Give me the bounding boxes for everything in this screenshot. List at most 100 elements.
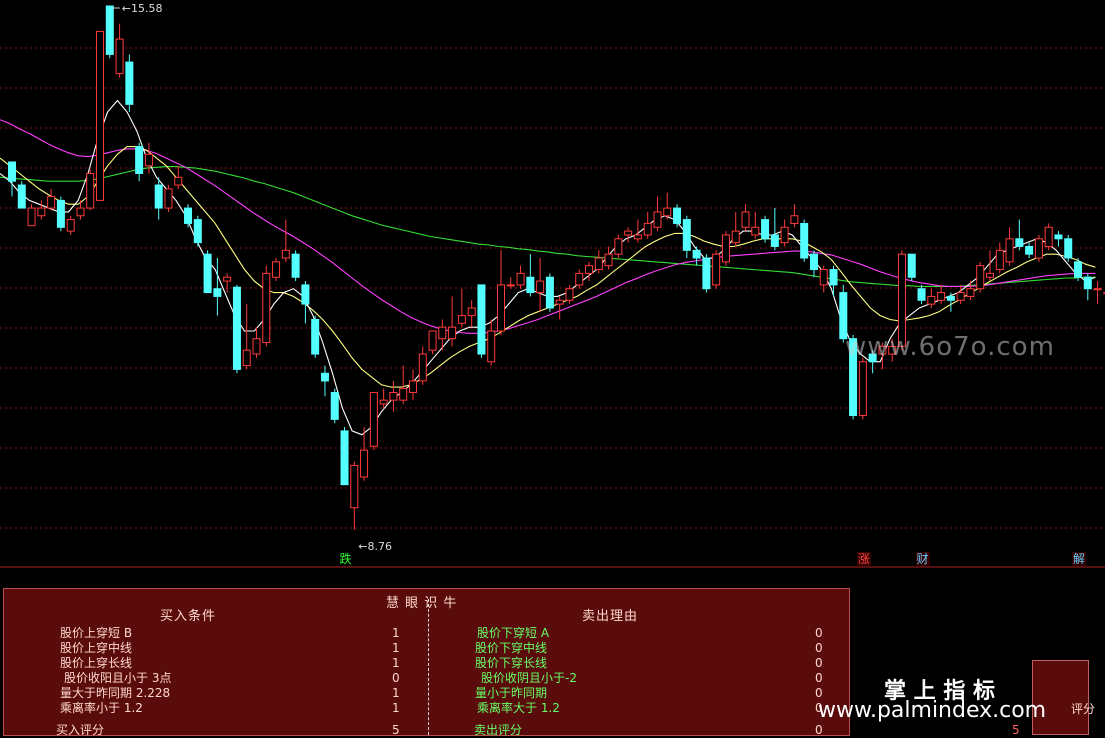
candle-up bbox=[262, 265, 271, 347]
sell-row-value: 0 bbox=[815, 626, 823, 640]
candle-body bbox=[418, 353, 427, 382]
buy-row-value: 1 bbox=[392, 656, 400, 670]
candle-body bbox=[1034, 238, 1043, 259]
candle-body bbox=[47, 196, 56, 209]
candle-down bbox=[673, 204, 682, 228]
candle-body bbox=[575, 272, 584, 286]
candle-body bbox=[497, 284, 505, 332]
high-price-label: ←15.58 bbox=[122, 2, 163, 15]
candle-up bbox=[1044, 223, 1053, 251]
candle-down bbox=[702, 254, 711, 293]
candle-down bbox=[17, 181, 26, 209]
candle-body bbox=[643, 222, 652, 236]
sell-score-value: 0 bbox=[815, 723, 823, 737]
candle-up bbox=[1034, 234, 1043, 262]
sell-score-label: 卖出评分 bbox=[474, 723, 523, 737]
candle-body bbox=[291, 253, 300, 278]
candle-body bbox=[956, 292, 965, 301]
candle-body bbox=[702, 257, 711, 290]
candle-body bbox=[1005, 238, 1014, 263]
candle-body bbox=[360, 449, 369, 478]
candle-body bbox=[1025, 245, 1034, 255]
candle-body bbox=[8, 161, 16, 182]
candle-up bbox=[428, 330, 437, 355]
candle-body bbox=[986, 272, 994, 278]
candle-body bbox=[995, 249, 1004, 271]
watermark-url: www.palmindex.com bbox=[818, 698, 1047, 723]
buy-row-label: 股价上穿长线 bbox=[60, 656, 133, 670]
candle-body bbox=[829, 269, 838, 286]
candle-body bbox=[770, 234, 779, 247]
candle-body bbox=[712, 253, 721, 286]
buy-row-value: 1 bbox=[392, 686, 400, 700]
sell-row-label: 量小于昨同期 bbox=[475, 686, 548, 700]
candle-body bbox=[1093, 288, 1102, 291]
candle-body bbox=[389, 391, 398, 401]
panel-title: 慧 眼 识 牛 bbox=[386, 596, 458, 611]
sell-row-value: 0 bbox=[815, 656, 823, 670]
candle-body bbox=[428, 330, 437, 351]
candle-down bbox=[232, 284, 241, 374]
candle-body bbox=[790, 215, 799, 224]
candle-body bbox=[741, 211, 750, 228]
candle-body bbox=[125, 61, 134, 105]
sell-row-label: 股价下穿中线 bbox=[475, 641, 548, 655]
candle-body bbox=[66, 219, 75, 232]
signal-marker: 涨 bbox=[856, 552, 871, 566]
candle-body bbox=[174, 176, 183, 186]
candle-up bbox=[86, 169, 95, 211]
signal-marker: 跌 bbox=[339, 552, 352, 566]
candle-down bbox=[340, 427, 349, 486]
candle-up bbox=[272, 258, 281, 282]
buy-row-label: 股价上穿短 B bbox=[60, 626, 133, 640]
candle-body bbox=[184, 207, 193, 224]
candle-body bbox=[408, 380, 417, 393]
buy-row-label: 股价收阳且小于 3点 bbox=[64, 671, 172, 685]
candle-body bbox=[115, 38, 124, 75]
signal-marker: 解 bbox=[1072, 552, 1087, 566]
candle-body bbox=[1044, 226, 1053, 247]
candle-body bbox=[761, 219, 770, 240]
candle-body bbox=[399, 388, 408, 401]
candle-body bbox=[565, 288, 574, 301]
candle-body bbox=[809, 253, 818, 271]
candle-body bbox=[946, 295, 955, 301]
candle-body bbox=[487, 330, 496, 363]
signal-marker: 财 bbox=[915, 552, 930, 566]
indicator-panel: 慧 眼 识 牛 买入条件 卖出理由 股价上穿短 B 1 股价上穿中线 1 股价上… bbox=[3, 588, 850, 737]
candle-body bbox=[966, 288, 975, 297]
candle-body bbox=[604, 253, 613, 267]
candle-body bbox=[379, 399, 388, 405]
candle-body bbox=[203, 253, 212, 294]
candle-body bbox=[927, 295, 936, 305]
candle-body bbox=[281, 249, 290, 259]
candle-body bbox=[27, 207, 36, 227]
candle-down bbox=[193, 215, 202, 247]
candle-down bbox=[291, 250, 300, 282]
sell-row-label: 股价下穿长线 bbox=[475, 656, 548, 670]
candle-body bbox=[17, 184, 26, 209]
panel-divider bbox=[428, 599, 429, 735]
candle-body bbox=[330, 391, 339, 420]
candle-body bbox=[536, 280, 545, 294]
candle-body bbox=[438, 326, 447, 340]
candle-body bbox=[614, 238, 623, 255]
candle-down bbox=[800, 219, 809, 262]
candle-up bbox=[96, 30, 105, 201]
candle-body bbox=[673, 207, 682, 224]
candle-down bbox=[477, 284, 486, 358]
candle-body bbox=[653, 211, 662, 228]
candle-body bbox=[86, 172, 95, 209]
candle-up bbox=[858, 357, 867, 420]
buy-row-label: 量大于昨同期 2.228 bbox=[60, 686, 171, 700]
candle-down bbox=[761, 215, 770, 243]
buy-row-value: 1 bbox=[392, 626, 400, 640]
candle-body bbox=[907, 253, 916, 278]
candle-body bbox=[858, 361, 867, 417]
candle-body bbox=[663, 207, 672, 217]
candle-body bbox=[320, 372, 329, 382]
candle-body bbox=[252, 338, 261, 355]
candle-body bbox=[555, 299, 564, 305]
candle-body bbox=[37, 207, 46, 217]
candle-body bbox=[477, 284, 486, 355]
